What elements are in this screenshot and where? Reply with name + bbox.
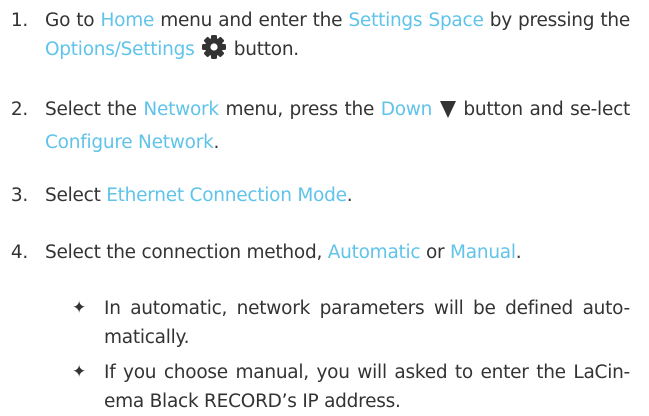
step-number: 2.	[10, 99, 28, 120]
step-1: 1. Go to Home menu and enter the Setting…	[0, 6, 630, 68]
four-point-star-icon: ✦	[72, 362, 86, 382]
text-segment: or	[420, 242, 451, 263]
automatic-label: Automatic	[327, 242, 421, 263]
text-segment: menu, press the	[218, 99, 381, 120]
step-text: Select the connection method, Automatic …	[45, 238, 630, 267]
text-segment: .	[213, 132, 220, 153]
text-segment: button.	[228, 39, 299, 60]
down-triangle-icon	[439, 99, 457, 128]
manual-label: Manual	[450, 242, 516, 263]
text-segment: Go to	[45, 10, 101, 31]
step-text: Select the Network menu, press the Down …	[45, 95, 630, 157]
text-segment: .	[346, 185, 353, 206]
text-segment: Select the	[45, 99, 144, 120]
options-settings-label: Options/Settings	[45, 39, 195, 60]
step-3: 3. Select Ethernet Connection Mode.	[0, 181, 630, 210]
step-text: Go to Home menu and enter the Settings S…	[45, 6, 630, 68]
ethernet-connection-mode-label: Ethernet Connection Mode	[106, 185, 347, 206]
text-segment: Select the connection method,	[45, 242, 328, 263]
text-segment: .	[515, 242, 522, 263]
step-4: 4. Select the connection method, Automat…	[0, 238, 630, 267]
step-number: 3.	[10, 185, 28, 206]
instruction-page: 1. Go to Home menu and enter the Setting…	[0, 0, 649, 415]
four-point-star-icon: ✦	[72, 298, 86, 318]
text-segment: menu and enter the	[154, 10, 349, 31]
text-segment: button and se-lect	[456, 99, 631, 120]
bullet-manual: ✦ If you choose manual, you will asked t…	[72, 358, 630, 416]
step-number: 1.	[10, 10, 28, 31]
gear-icon	[200, 35, 228, 68]
bullet-automatic: ✦ In automatic, network parameters will …	[72, 294, 630, 352]
text-segment: Select	[45, 185, 107, 206]
step-text: Select Ethernet Connection Mode.	[45, 181, 630, 210]
home-menu-label: Home	[100, 10, 155, 31]
bullet-text: In automatic, network parameters will be…	[104, 298, 630, 348]
text-segment: by pressing the	[483, 10, 631, 31]
down-button-label: Down	[380, 99, 433, 120]
step-number: 4.	[10, 242, 28, 263]
configure-network-label: Configure Network	[45, 132, 214, 153]
network-menu-label: Network	[143, 99, 219, 120]
settings-space-label: Settings Space	[348, 10, 484, 31]
step-2: 2. Select the Network menu, press the Do…	[0, 95, 630, 157]
bullet-text: If you choose manual, you will asked to …	[104, 362, 630, 412]
